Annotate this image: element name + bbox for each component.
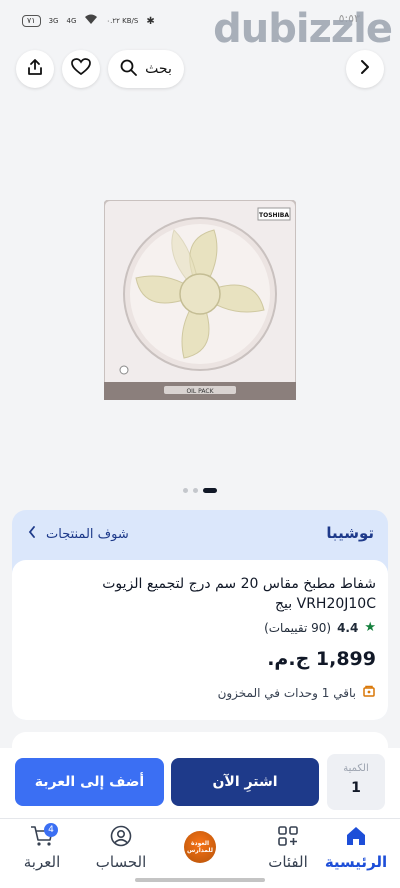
dubizzle-watermark: dubizzle bbox=[213, 6, 393, 52]
carousel-dot[interactable] bbox=[183, 488, 188, 493]
bottom-navigation: 4 العربة الحساب العودة للمدارس الفئات ال… bbox=[0, 818, 400, 888]
nav-categories-label: الفئات bbox=[268, 853, 308, 871]
nav-categories[interactable]: الفئات bbox=[260, 825, 316, 871]
brand-name[interactable]: توشيبا bbox=[326, 524, 374, 542]
product-image: OIL PACK TOSHIBA bbox=[104, 200, 296, 400]
buy-now-button[interactable]: اشترِ الآن bbox=[171, 758, 319, 806]
nav-home-label: الرئيسية bbox=[324, 853, 388, 871]
bluetooth-icon: ✱ bbox=[146, 15, 155, 27]
product-price: 1,899 ج.م. bbox=[267, 648, 376, 670]
quantity-selector[interactable]: الكمية 1 bbox=[327, 754, 385, 810]
nav-cart[interactable]: 4 العربة bbox=[16, 823, 68, 871]
account-icon bbox=[110, 825, 132, 851]
carousel-dot-active[interactable] bbox=[203, 488, 217, 493]
status-icons: ٧١ 3G 4G ٠.٢٢ KB/S ✱ bbox=[22, 14, 155, 28]
see-products-label: شوف المنتجات bbox=[46, 526, 129, 542]
wifi-icon bbox=[84, 14, 98, 28]
favorite-button[interactable] bbox=[62, 50, 100, 88]
nav-account[interactable]: الحساب bbox=[88, 825, 154, 871]
product-info-card: توشيبا شوف المنتجات شفاط مطبخ مقاس 20 سم… bbox=[12, 510, 388, 720]
network-speed: ٠.٢٢ KB/S bbox=[106, 17, 139, 25]
home-indicator bbox=[135, 878, 265, 882]
quantity-label: الكمية bbox=[343, 763, 369, 774]
cart-icon: 4 bbox=[30, 823, 58, 851]
carousel-dot[interactable] bbox=[193, 488, 198, 493]
stock-text: باقي 1 وحدات في المخزون bbox=[217, 685, 356, 700]
nav-account-label: الحساب bbox=[95, 853, 147, 871]
brand-row[interactable]: توشيبا شوف المنتجات bbox=[12, 510, 388, 560]
promo-badge: العودة للمدارس bbox=[184, 831, 216, 863]
network-3g: 3G bbox=[48, 17, 59, 25]
product-details: شفاط مطبخ مقاس 20 سم درج لتجميع الزيوت V… bbox=[12, 560, 388, 720]
nav-cart-label: العربة bbox=[23, 853, 61, 871]
share-icon bbox=[26, 58, 44, 80]
back-button[interactable] bbox=[346, 50, 384, 88]
stock-status: باقي 1 وحدات في المخزون bbox=[218, 684, 376, 701]
stock-icon bbox=[362, 684, 376, 701]
see-products-link[interactable]: شوف المنتجات bbox=[28, 526, 129, 542]
purchase-action-bar: أضف إلى العربة اشترِ الآن الكمية 1 bbox=[0, 748, 400, 818]
network-4g: 4G bbox=[66, 17, 77, 25]
chevron-left-icon bbox=[28, 526, 36, 542]
chevron-right-icon bbox=[358, 59, 372, 79]
quantity-value: 1 bbox=[351, 780, 361, 796]
search-button[interactable]: بحث bbox=[108, 50, 184, 88]
carousel-dots bbox=[183, 488, 217, 493]
search-label: بحث bbox=[145, 61, 172, 77]
share-button[interactable] bbox=[16, 50, 54, 88]
product-title: شفاط مطبخ مقاس 20 سم درج لتجميع الزيوت V… bbox=[102, 576, 376, 612]
product-rating[interactable]: ★ 4.4 (90 تقييمات) bbox=[264, 620, 376, 635]
rating-count: (90 تقييمات) bbox=[264, 620, 332, 635]
star-icon: ★ bbox=[364, 620, 376, 635]
cart-count-badge: 4 bbox=[44, 823, 58, 837]
heart-icon bbox=[71, 58, 91, 80]
product-image-carousel[interactable]: OIL PACK TOSHIBA bbox=[0, 100, 400, 500]
image-brand-label: TOSHIBA bbox=[259, 212, 289, 219]
nav-promo[interactable]: العودة للمدارس bbox=[184, 831, 218, 863]
home-icon bbox=[345, 827, 367, 851]
nav-home[interactable]: الرئيسية bbox=[322, 825, 390, 871]
add-to-cart-button[interactable]: أضف إلى العربة bbox=[15, 758, 164, 806]
battery-indicator: ٧١ bbox=[22, 15, 41, 27]
rating-score: 4.4 bbox=[337, 620, 359, 635]
categories-icon bbox=[277, 826, 299, 851]
search-icon bbox=[120, 59, 138, 80]
image-oil-pack-label: OIL PACK bbox=[186, 388, 214, 395]
